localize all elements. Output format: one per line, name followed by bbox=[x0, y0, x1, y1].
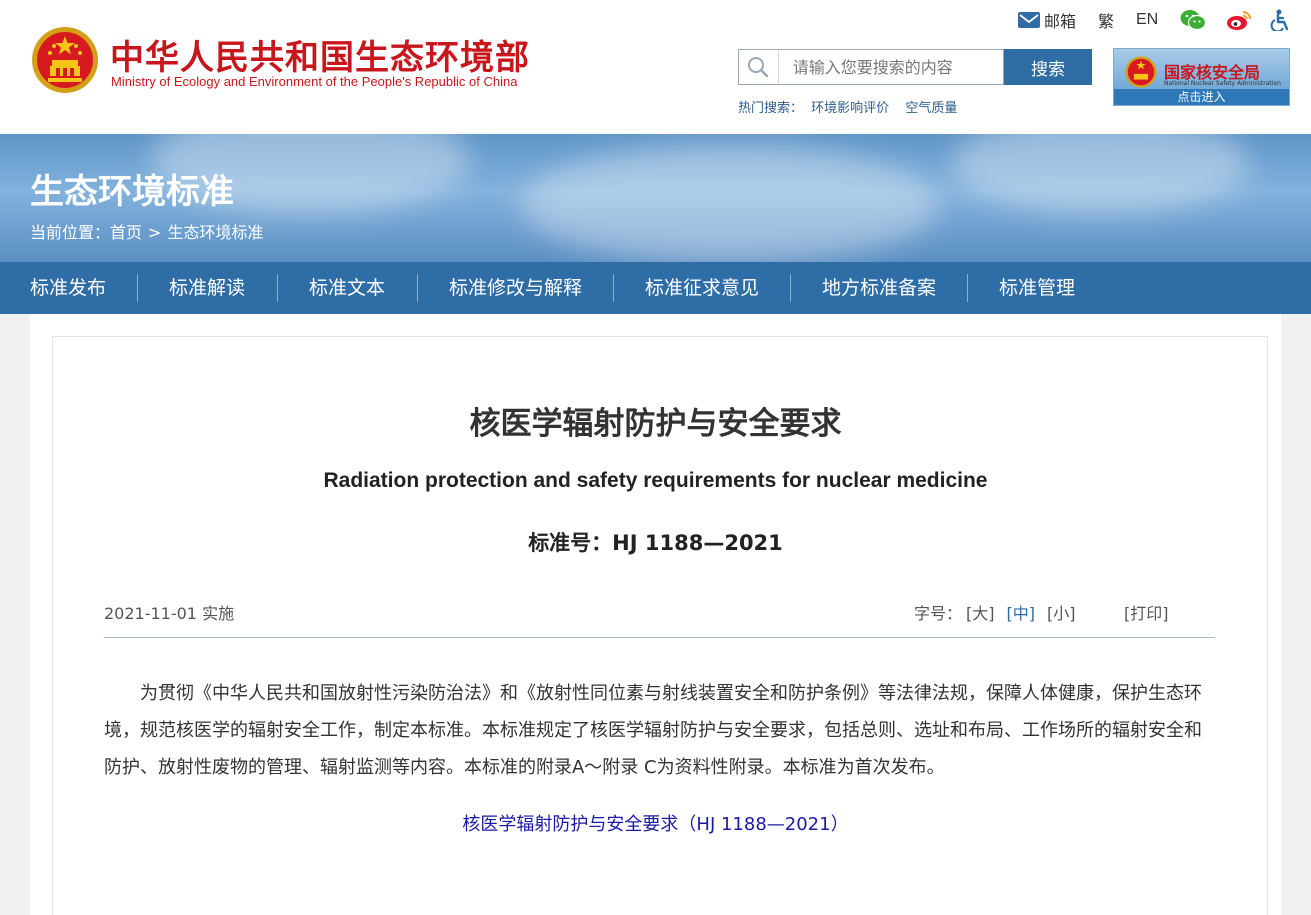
mail-link[interactable]: 邮箱 bbox=[1018, 9, 1076, 31]
nav-divider bbox=[137, 274, 138, 302]
nav-item-text[interactable]: 标准文本 bbox=[309, 262, 385, 314]
nav-divider bbox=[277, 274, 278, 302]
nnsa-link[interactable]: 国家核安全局 National Nuclear Safety Administr… bbox=[1113, 48, 1290, 106]
mail-label: 邮箱 bbox=[1044, 12, 1077, 31]
nav-item-release[interactable]: 标准发布 bbox=[30, 262, 106, 314]
national-emblem-icon bbox=[1125, 56, 1157, 88]
nav-divider bbox=[613, 274, 614, 302]
nav-item-local-filing[interactable]: 地方标准备案 bbox=[822, 262, 936, 314]
effective-date: 2021-11-01 实施 bbox=[104, 604, 235, 623]
article-title-en: Radiation protection and safety requirem… bbox=[323, 469, 988, 492]
wechat-icon bbox=[1180, 10, 1206, 31]
font-size-medium[interactable]: [中] bbox=[1007, 604, 1036, 623]
nav-item-management[interactable]: 标准管理 bbox=[999, 262, 1075, 314]
hot-searches: 热门搜索： 环境影响评价 空气质量 bbox=[738, 97, 969, 116]
breadcrumb-home[interactable]: 首页 bbox=[110, 223, 142, 242]
nav-item-interpretation[interactable]: 标准解读 bbox=[169, 262, 245, 314]
nav-divider bbox=[417, 274, 418, 302]
banner-cloud bbox=[520, 144, 940, 262]
header: 中华人民共和国生态环境部 Ministry of Ecology and Env… bbox=[0, 0, 1311, 134]
nav-divider bbox=[790, 274, 791, 302]
search-icon[interactable] bbox=[739, 50, 779, 84]
page-title: 生态环境标准 bbox=[30, 172, 234, 212]
print-link[interactable]: [打印] bbox=[1124, 600, 1169, 624]
standard-number: 标准号：HJ 1188—2021 bbox=[528, 531, 783, 555]
article-body: 为贯彻《中华人民共和国放射性污染防治法》和《放射性同位素与射线装置安全和防护条例… bbox=[104, 683, 1202, 778]
font-size-small[interactable]: [小] bbox=[1047, 604, 1076, 623]
nav-item-revision[interactable]: 标准修改与解释 bbox=[449, 262, 582, 314]
mail-icon bbox=[1018, 12, 1040, 28]
hot-search-item[interactable]: 环境影响评价 bbox=[811, 101, 889, 116]
breadcrumb: 当前位置：首页 > 生态环境标准 bbox=[30, 219, 263, 243]
font-size-large[interactable]: [大] bbox=[966, 604, 995, 623]
banner-cloud bbox=[950, 134, 1250, 214]
search-input[interactable] bbox=[778, 51, 1003, 83]
search-box bbox=[738, 49, 1004, 85]
search-button[interactable]: 搜索 bbox=[1004, 49, 1092, 85]
accessibility-icon bbox=[1270, 9, 1289, 31]
accessibility-link[interactable] bbox=[1270, 9, 1290, 31]
nnsa-enter: 点击进入 bbox=[1114, 89, 1289, 105]
nav-item-consultation[interactable]: 标准征求意见 bbox=[645, 262, 759, 314]
hot-search-label: 热门搜索： bbox=[738, 101, 804, 116]
english-link[interactable]: EN bbox=[1136, 9, 1158, 31]
national-emblem-icon[interactable] bbox=[30, 24, 100, 96]
breadcrumb-label: 当前位置： bbox=[30, 223, 111, 242]
breadcrumb-separator: > bbox=[148, 223, 162, 242]
font-size-switcher: 字号： [大] [中] [小] bbox=[914, 600, 1076, 624]
hot-search-item[interactable]: 空气质量 bbox=[905, 101, 957, 116]
wechat-link[interactable] bbox=[1180, 9, 1206, 31]
main-nav: 标准发布 标准解读 标准文本 标准修改与解释 标准征求意见 地方标准备案 标准管… bbox=[0, 262, 1311, 314]
nnsa-name-en: National Nuclear Safety Administration bbox=[1164, 80, 1281, 87]
article-title: 核医学辐射防护与安全要求 bbox=[469, 406, 842, 442]
weibo-link[interactable] bbox=[1226, 9, 1252, 31]
nav-divider bbox=[967, 274, 968, 302]
site-name-cn[interactable]: 中华人民共和国生态环境部 bbox=[110, 30, 530, 79]
document-link[interactable]: 核医学辐射防护与安全要求（HJ 1188—2021） bbox=[0, 810, 1311, 836]
divider bbox=[104, 637, 1215, 638]
font-size-label: 字号： bbox=[914, 604, 963, 623]
site-name-en[interactable]: Ministry of Ecology and Environment of t… bbox=[111, 74, 517, 89]
traditional-chinese-link[interactable]: 繁 bbox=[1098, 9, 1114, 31]
weibo-icon bbox=[1227, 11, 1251, 30]
breadcrumb-current[interactable]: 生态环境标准 bbox=[167, 223, 263, 242]
banner: 生态环境标准 当前位置：首页 > 生态环境标准 bbox=[0, 134, 1311, 262]
